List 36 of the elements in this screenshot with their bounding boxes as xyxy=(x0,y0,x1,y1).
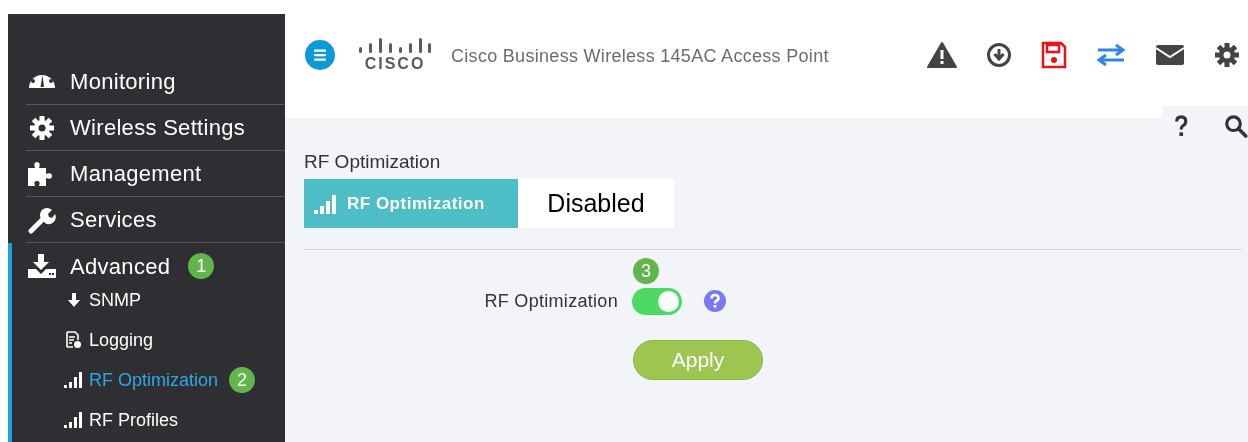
nav-subitem[interactable]: Logging xyxy=(89,326,154,354)
app-title: Cisco Business Wireless 145AC Access Point xyxy=(451,45,829,68)
signal-icon xyxy=(64,372,84,388)
save-icon[interactable] xyxy=(1041,41,1067,69)
download-tray-icon xyxy=(27,253,57,279)
nav-item[interactable]: Advanced xyxy=(70,249,171,283)
step-badge: 1 xyxy=(188,253,215,279)
nav-item[interactable]: Wireless Settings xyxy=(70,111,246,144)
menu-icon[interactable] xyxy=(305,40,335,70)
download-icon[interactable] xyxy=(986,42,1012,68)
logo-bars-icon xyxy=(357,38,433,56)
logo-text: CISCO xyxy=(364,56,426,72)
transfer-icon[interactable] xyxy=(1096,43,1126,67)
signal-icon xyxy=(64,412,84,428)
warning-icon[interactable] xyxy=(927,42,957,68)
nav-item[interactable]: Management xyxy=(70,157,202,190)
search-icon[interactable] xyxy=(1224,113,1248,139)
gear-icon xyxy=(29,114,55,141)
step-badge: 3 xyxy=(633,258,659,284)
nav-subitem[interactable]: SNMP xyxy=(89,286,141,314)
nav-subitem[interactable]: RF Profiles xyxy=(89,406,178,434)
wrench-icon xyxy=(28,205,56,234)
nav-item[interactable]: Services xyxy=(70,203,157,236)
page-title: RF Optimization xyxy=(304,150,442,174)
mail-icon[interactable] xyxy=(1155,43,1185,67)
status-label-text: RF Optimization xyxy=(347,192,485,215)
nav-item[interactable]: Monitoring xyxy=(70,65,176,98)
step-badge: 2 xyxy=(229,367,256,393)
toggle-switch[interactable] xyxy=(632,287,682,315)
setting-label: RF Optimization xyxy=(483,289,618,313)
status-value: Disabled xyxy=(518,179,674,228)
gauge-icon xyxy=(27,74,57,89)
arrow-down-icon xyxy=(66,292,82,308)
nav-subitem[interactable]: RF Optimization xyxy=(89,366,219,394)
document-icon xyxy=(66,331,82,349)
help-icon[interactable] xyxy=(1174,114,1189,138)
